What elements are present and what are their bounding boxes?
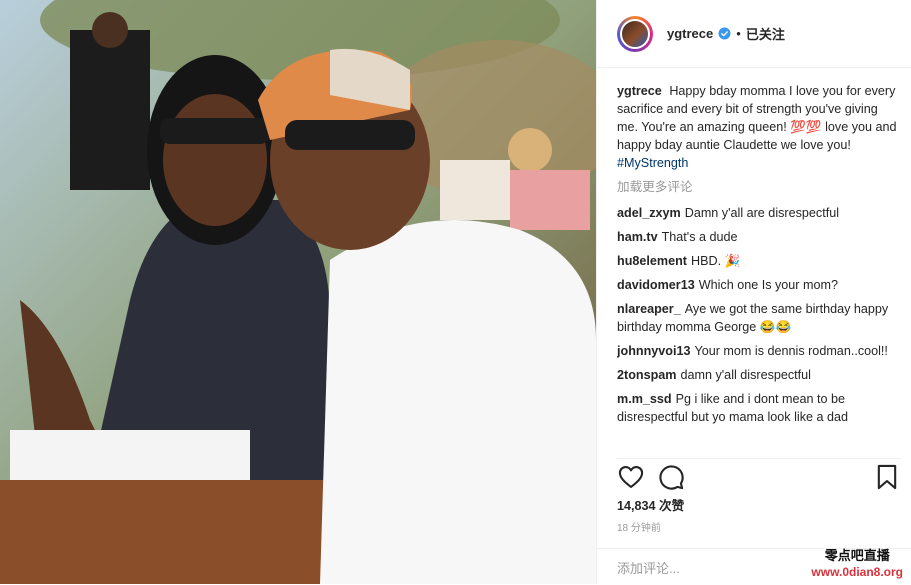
watermark-line2: www.0dian8.org — [811, 565, 903, 579]
post-photo-illustration — [0, 0, 596, 584]
caption-username[interactable]: ygtrece — [617, 84, 662, 98]
comment-icon[interactable] — [657, 463, 685, 491]
comment-item: ham.tv That's a dude — [617, 228, 897, 246]
comment-item: 2tonspam damn y'all disrespectful — [617, 366, 897, 384]
comment-item: adel_zxym Damn y'all are disrespectful — [617, 204, 897, 222]
post-timestamp[interactable]: 18 分钟前 — [617, 519, 661, 534]
comment-username[interactable]: 2tonspam — [617, 368, 676, 382]
bookmark-icon[interactable] — [873, 463, 901, 491]
watermark-line1: 零点吧直播 — [824, 548, 890, 563]
avatar-image — [620, 18, 650, 49]
header-separator: • — [736, 26, 741, 41]
comment-item: davidomer13 Which one Is your mom? — [617, 276, 897, 294]
likes-count[interactable]: 14,834 次赞 — [617, 495, 684, 514]
comment-text: Damn y'all are disrespectful — [684, 206, 840, 220]
post-side-panel: ygtrece • 已关注 ygtrece Happy bday momma I… — [596, 0, 911, 584]
watermark: 零点吧直播 www.0dian8.org — [811, 548, 903, 580]
heart-icon[interactable] — [617, 463, 645, 491]
comment-item: hu8element HBD. 🎉 — [617, 252, 897, 270]
comments-list[interactable]: ygtrece Happy bday momma I love you for … — [617, 82, 897, 450]
caption-hashtag[interactable]: #MyStrength — [617, 156, 688, 170]
post-caption: ygtrece Happy bday momma I love you for … — [617, 82, 897, 172]
following-button[interactable]: 已关注 — [746, 24, 785, 43]
post-header: ygtrece • 已关注 — [597, 0, 911, 68]
comment-text: Which one Is your mom? — [698, 278, 838, 292]
avatar[interactable] — [617, 15, 653, 52]
header-username[interactable]: ygtrece — [667, 26, 713, 41]
comment-item: m.m_ssd Pg i like and i dont mean to be d… — [617, 390, 897, 426]
comment-text: That's a dude — [661, 230, 738, 244]
action-bar — [617, 458, 901, 495]
comment-username[interactable]: davidomer13 — [617, 278, 695, 292]
comment-text: HBD. 🎉 — [691, 254, 741, 268]
comment-username[interactable]: hu8element — [617, 254, 687, 268]
comment-username[interactable]: adel_zxym — [617, 206, 681, 220]
post-photo[interactable] — [0, 0, 596, 584]
comment-item: johnnyvoi13 Your mom is dennis rodman..co… — [617, 342, 897, 360]
comment-item: nlareaper_ Aye we got the same birthday h… — [617, 300, 897, 336]
load-more-comments[interactable]: 加载更多评论 — [617, 178, 897, 196]
comment-username[interactable]: johnnyvoi13 — [617, 344, 690, 358]
comment-text: Your mom is dennis rodman..cool!! — [694, 344, 888, 358]
comment-username[interactable]: nlareaper_ — [617, 302, 681, 316]
verified-badge-icon — [718, 27, 731, 40]
comment-username[interactable]: m.m_ssd — [617, 392, 672, 406]
comment-text: damn y'all disrespectful — [680, 368, 811, 382]
comment-username[interactable]: ham.tv — [617, 230, 658, 244]
